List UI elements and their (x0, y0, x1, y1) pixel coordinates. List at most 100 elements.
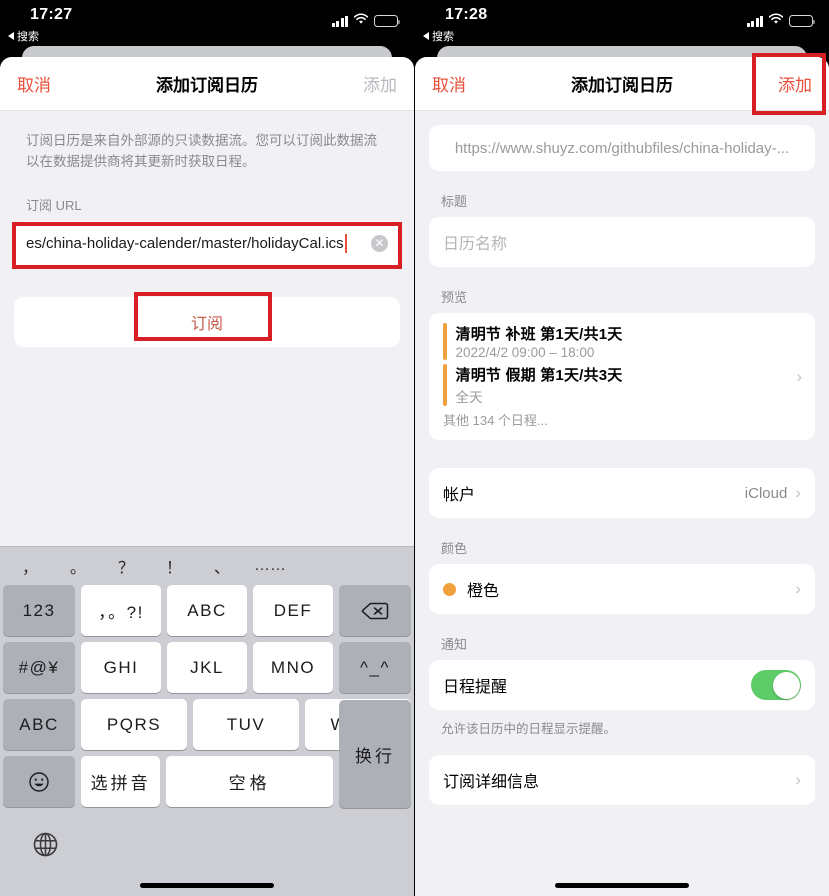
status-back-to-search[interactable]: 搜索 (8, 28, 39, 44)
sheet-body: 订阅日历是来自外部源的只读数据流。您可以订阅此数据流以在数据提供商将其更新时获取… (0, 111, 414, 347)
keyboard-rows: 123 ，。?! ABC DEF #@¥ GHI JKL MNO ^_^ ABC… (0, 585, 414, 808)
color-card: 橙色 › (429, 564, 815, 614)
key-symbols[interactable]: #@¥ (3, 642, 75, 693)
left-phone-screen: 17:27 搜索 取消 添加订阅日历 添加 订阅日历是来自外部源的只读数据流。您… (0, 0, 414, 896)
cancel-button[interactable]: 取消 (17, 71, 51, 96)
url-input-wrap: es/china-holiday-calender/master/holiday… (14, 220, 400, 267)
chevron-right-icon: › (795, 579, 801, 598)
key-def[interactable]: DEF (253, 585, 333, 636)
key-return[interactable]: 换行 (339, 700, 411, 808)
suggestion-period[interactable]: 。 (54, 554, 102, 578)
key-abc-layout[interactable]: ABC (3, 699, 75, 750)
key-select-pinyin[interactable]: 选拼音 (81, 756, 161, 807)
calendar-title-input[interactable]: 日历名称 (429, 217, 815, 267)
cancel-button[interactable]: 取消 (432, 71, 466, 96)
key-mno[interactable]: MNO (253, 642, 333, 693)
screenshot-stage: 17:27 搜索 取消 添加订阅日历 添加 订阅日历是来自外部源的只读数据流。您… (0, 0, 829, 896)
account-label: 帐户 (443, 487, 476, 504)
back-triangle-icon (8, 32, 14, 40)
cellular-signal-icon (331, 15, 348, 27)
keyboard-row-1: 123 ，。?! ABC DEF (3, 585, 411, 636)
sheet-navbar: 取消 添加订阅日历 添加 (415, 57, 829, 111)
backspace-icon[interactable] (339, 585, 411, 636)
key-kaomoji[interactable]: ^_^ (339, 642, 411, 693)
color-value: 橙色 (467, 583, 500, 600)
suggestion-exclamation[interactable]: ！ (150, 554, 198, 578)
status-bar: 17:28 搜索 (415, 0, 829, 44)
keyboard-row-3: ABC PQRS TUV WXYZ 换行 (3, 699, 411, 808)
chevron-right-icon: › (796, 366, 802, 386)
preview-label: 预览 (441, 290, 468, 305)
event-alerts-row[interactable]: 日程提醒 (429, 660, 815, 710)
event-time: 全天 (455, 390, 483, 405)
key-jkl[interactable]: JKL (167, 642, 247, 693)
subscription-url-input[interactable]: es/china-holiday-calender/master/holiday… (14, 220, 400, 267)
event-accent-bar (443, 364, 447, 406)
color-label: 颜色 (441, 541, 468, 556)
url-input-value: es/china-holiday-calender/master/holiday… (26, 235, 344, 253)
account-value: iCloud (744, 484, 788, 502)
emoji-icon[interactable] (3, 756, 75, 807)
home-indicator (140, 883, 274, 888)
subscribe-button[interactable]: 订阅 (14, 296, 400, 347)
chevron-right-icon: › (795, 770, 801, 789)
key-tuv[interactable]: TUV (193, 699, 299, 750)
suggestion-enumeration-comma[interactable]: 、 (198, 554, 246, 578)
sheet-body: https://www.shuyz.com/githubfiles/china-… (415, 125, 829, 805)
key-punctuation[interactable]: ，。?! (81, 585, 161, 636)
subscription-url-readonly[interactable]: https://www.shuyz.com/githubfiles/china-… (429, 125, 815, 171)
color-row[interactable]: 橙色 › (429, 564, 815, 614)
preview-event-row: 清明节 补班 第1天/共1天 2022/4/2 09:00 – 18:00 (443, 323, 801, 360)
punctuation-suggestion-bar: ， 。 ？ ！ 、 …… (0, 547, 414, 585)
calendar-title-placeholder: 日历名称 (443, 236, 508, 253)
wifi-icon (353, 12, 369, 30)
event-time: 2022/4/2 09:00 – 18:00 (455, 345, 595, 360)
preview-card[interactable]: 清明节 补班 第1天/共1天 2022/4/2 09:00 – 18:00 清明… (429, 313, 815, 440)
notification-footnote: 允许该日历中的日程显示提醒。 (441, 722, 617, 736)
globe-icon[interactable] (32, 831, 59, 858)
event-alerts-label: 日程提醒 (443, 679, 508, 696)
subscription-details-label: 订阅详细信息 (443, 774, 540, 791)
event-accent-bar (443, 323, 447, 360)
event-title: 清明节 补班 第1天/共1天 (455, 326, 623, 343)
event-title: 清明节 假期 第1天/共3天 (455, 367, 623, 384)
page-title: 添加订阅日历 (156, 76, 258, 95)
color-swatch-icon (443, 582, 456, 596)
suggestion-comma[interactable]: ， (6, 554, 54, 578)
subscription-details-row[interactable]: 订阅详细信息 › (429, 755, 815, 805)
preview-more-events: 其他 134 个日程... (443, 413, 548, 428)
account-row[interactable]: 帐户 iCloud › (429, 468, 815, 518)
text-caret (344, 234, 347, 254)
key-123[interactable]: 123 (3, 585, 75, 636)
key-ghi[interactable]: GHI (81, 642, 161, 693)
event-alerts-toggle[interactable] (751, 670, 801, 700)
page-title: 添加订阅日历 (571, 76, 673, 95)
suggestion-ellipsis[interactable]: …… (246, 557, 294, 575)
notification-label: 通知 (441, 637, 468, 652)
title-field-card: 日历名称 (429, 217, 815, 267)
clear-circle-icon[interactable]: ✕ (371, 235, 388, 253)
details-card: 订阅详细信息 › (429, 755, 815, 805)
url-field-label: 订阅 URL (26, 197, 82, 213)
key-abc[interactable]: ABC (167, 585, 247, 636)
title-field-label: 标题 (441, 194, 468, 209)
notification-card: 日程提醒 (429, 660, 815, 710)
suggestion-question[interactable]: ？ (102, 554, 150, 578)
status-time: 17:27 (30, 6, 73, 23)
toggle-knob (772, 671, 800, 699)
account-card: 帐户 iCloud › (429, 468, 815, 518)
add-button[interactable]: 添加 (778, 71, 812, 96)
key-space[interactable]: 空格 (166, 756, 333, 807)
status-indicators (746, 12, 816, 30)
status-back-label: 搜索 (17, 31, 39, 43)
status-back-to-search[interactable]: 搜索 (423, 28, 454, 44)
sheet-navbar: 取消 添加订阅日历 添加 (0, 57, 414, 111)
chinese-keyboard: ， 。 ？ ！ 、 …… 123 ，。?! ABC DEF #@¥ GHI JK… (0, 546, 414, 896)
description-text: 订阅日历是来自外部源的只读数据流。您可以订阅此数据流以在数据提供商将其更新时获取… (26, 133, 377, 169)
add-button[interactable]: 添加 (363, 71, 397, 96)
home-indicator (555, 883, 689, 888)
key-pqrs[interactable]: PQRS (81, 699, 187, 750)
battery-icon (374, 15, 401, 27)
wifi-icon (768, 12, 784, 30)
